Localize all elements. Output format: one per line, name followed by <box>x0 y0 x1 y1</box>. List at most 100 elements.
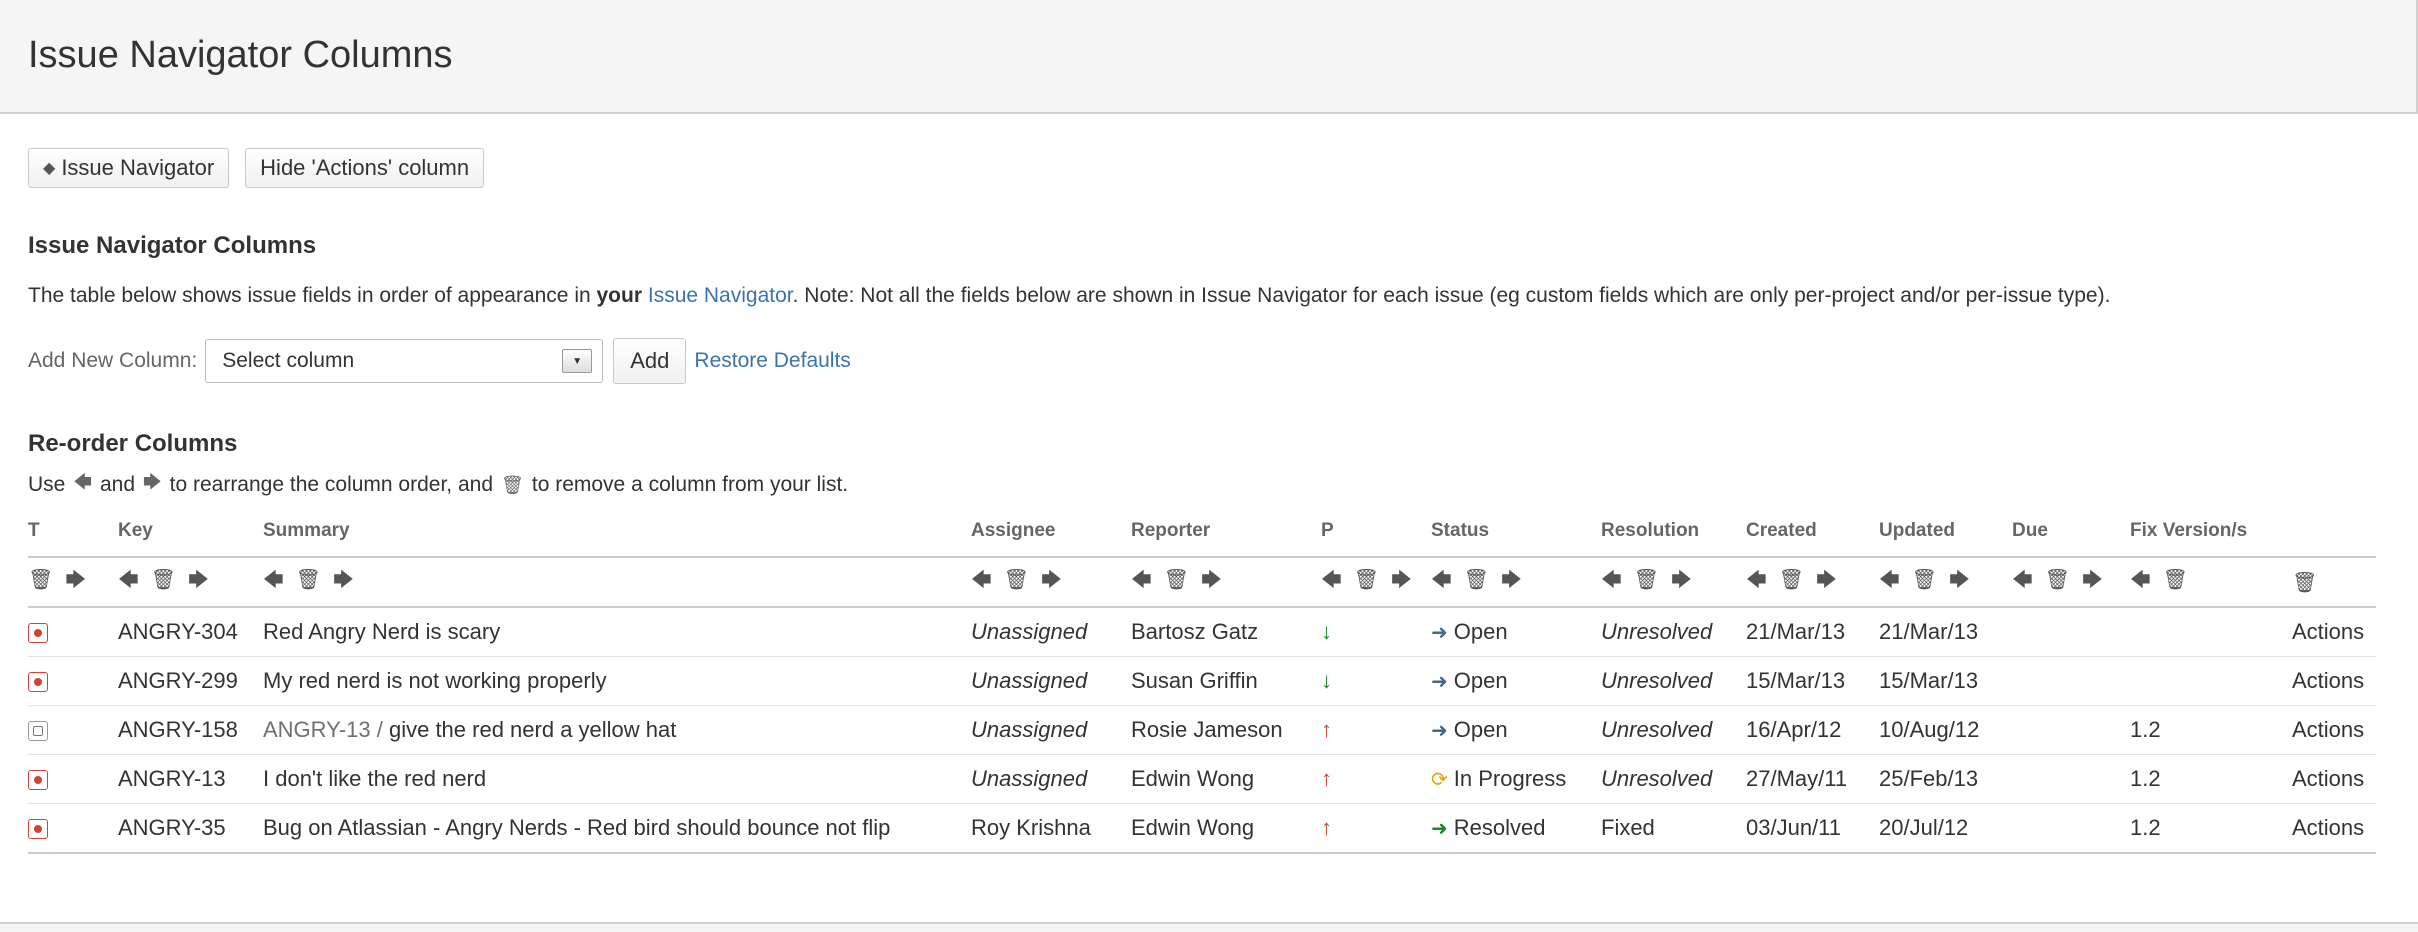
col-header-due: Due <box>2012 520 2130 558</box>
cell-actions[interactable]: Actions <box>2292 656 2376 706</box>
table-row[interactable]: ANGRY-304 Red Angry Nerd is scary Unassign… <box>28 607 2376 657</box>
col-header-reporter: Reporter <box>1131 520 1321 558</box>
trash-icon[interactable]: 🗑 <box>1164 569 1189 591</box>
issue-navigator-link[interactable]: Issue Navigator <box>648 284 793 307</box>
restore-defaults-link[interactable]: Restore Defaults <box>694 349 850 373</box>
arrow-right-icon[interactable]: 🡆 <box>1391 569 1412 591</box>
issue-navigator-button[interactable]: ◆ Issue Navigator <box>28 148 230 188</box>
cell-summary[interactable]: My red nerd is not working properly <box>263 656 971 706</box>
cell-created: 16/Apr/12 <box>1746 705 1879 755</box>
priority-high-icon: ↑ <box>1321 766 1332 791</box>
hide-actions-button[interactable]: Hide 'Actions' column <box>245 148 485 188</box>
trash-icon[interactable]: 🗑 <box>1004 569 1029 591</box>
add-column-button[interactable]: Add <box>613 338 687 384</box>
summary-text[interactable]: My red nerd is not working properly <box>263 668 607 693</box>
trash-icon[interactable]: 🗑 <box>2292 572 2317 594</box>
column-select-value: Select column <box>222 349 355 372</box>
cell-actions[interactable]: Actions <box>2292 803 2376 854</box>
cell-reporter: Susan Griffin <box>1131 656 1321 706</box>
col-header-actions <box>2292 520 2376 558</box>
trash-icon[interactable]: 🗑 <box>28 569 53 591</box>
col-header-priority: P <box>1321 520 1431 558</box>
arrow-left-icon[interactable]: 🡄 <box>2012 569 2033 591</box>
cell-resolution: Fixed <box>1601 803 1746 854</box>
arrow-right-icon[interactable]: 🡆 <box>1201 569 1222 591</box>
priority-high-icon: ↑ <box>1321 717 1332 742</box>
column-select[interactable]: Select column ▼ <box>205 339 604 383</box>
cell-created: 15/Mar/13 <box>1746 656 1879 706</box>
summary-text[interactable]: give the red nerd a yellow hat <box>389 717 676 742</box>
cell-summary[interactable]: Red Angry Nerd is scary <box>263 607 971 657</box>
trash-icon[interactable]: 🗑 <box>1354 569 1379 591</box>
trash-icon: 🗑 <box>501 474 524 495</box>
table-row[interactable]: ANGRY-13 I don't like the red nerd Unassig… <box>28 754 2376 804</box>
cell-assignee: Roy Krishna <box>971 803 1131 854</box>
arrow-left-icon[interactable]: 🡄 <box>1131 569 1152 591</box>
arrow-left-icon: ◆ <box>43 160 56 177</box>
cell-updated: 20/Jul/12 <box>1879 803 2012 854</box>
trash-icon[interactable]: 🗑 <box>1464 569 1489 591</box>
trash-icon[interactable]: 🗑 <box>151 569 176 591</box>
arrow-left-icon[interactable]: 🡄 <box>1879 569 1900 591</box>
section-title-columns: Issue Navigator Columns <box>28 232 317 259</box>
dropdown-arrow-icon[interactable]: ▼ <box>562 349 593 373</box>
arrow-right-icon[interactable]: 🡆 <box>1671 569 1692 591</box>
cell-type <box>28 754 118 804</box>
parent-issue-link[interactable]: ANGRY-13 / <box>263 717 383 742</box>
cell-priority: ↓ <box>1321 656 1431 706</box>
arrow-right-icon[interactable]: 🡆 <box>1949 569 1970 591</box>
cell-key[interactable]: ANGRY-158 <box>118 705 263 755</box>
cell-type <box>28 803 118 854</box>
table-row[interactable]: ANGRY-35 Bug on Atlassian - Angry Nerds -… <box>28 803 2376 854</box>
cell-assignee: Unassigned <box>971 705 1131 755</box>
arrow-left-icon[interactable]: 🡄 <box>1601 569 1622 591</box>
arrow-right-icon[interactable]: 🡆 <box>1816 569 1837 591</box>
summary-text[interactable]: I don't like the red nerd <box>263 766 486 791</box>
arrow-left-icon[interactable]: 🡄 <box>2130 569 2151 591</box>
arrow-left-icon[interactable]: 🡄 <box>118 569 139 591</box>
cell-actions[interactable]: Actions <box>2292 754 2376 804</box>
add-column-label: Add New Column: <box>28 349 198 372</box>
arrow-right-icon[interactable]: 🡆 <box>1041 569 1062 591</box>
arrow-left-icon[interactable]: 🡄 <box>1321 569 1342 591</box>
cell-summary[interactable]: ANGRY-13 / give the red nerd a yellow ha… <box>263 705 971 755</box>
cell-actions[interactable]: Actions <box>2292 607 2376 657</box>
trash-icon[interactable]: 🗑 <box>1779 569 1804 591</box>
table-row[interactable]: ANGRY-299 My red nerd is not working prop… <box>28 656 2376 706</box>
arrow-left-icon[interactable]: 🡄 <box>1431 569 1452 591</box>
arrow-right-icon[interactable]: 🡆 <box>188 569 209 591</box>
arrow-right-icon[interactable]: 🡆 <box>333 569 354 591</box>
arrow-right-icon[interactable]: 🡆 <box>65 569 86 591</box>
trash-icon[interactable]: 🗑 <box>2045 569 2070 591</box>
status-open-icon: ➜ <box>1431 720 1448 742</box>
status-text: Open <box>1453 619 1508 644</box>
cell-key[interactable]: ANGRY-299 <box>118 656 263 706</box>
arrow-right-icon[interactable]: 🡆 <box>2082 569 2103 591</box>
cell-actions[interactable]: Actions <box>2292 705 2376 755</box>
trash-icon[interactable]: 🗑 <box>2163 569 2188 591</box>
arrow-left-icon[interactable]: 🡄 <box>971 569 992 591</box>
cell-created: 21/Mar/13 <box>1746 607 1879 657</box>
arrow-left-icon[interactable]: 🡄 <box>1746 569 1767 591</box>
summary-text[interactable]: Red Angry Nerd is scary <box>263 619 500 644</box>
cell-summary[interactable]: Bug on Atlassian - Angry Nerds - Red bir… <box>263 803 971 854</box>
toolbar: ◆ Issue Navigator Hide 'Actions' column <box>28 114 2390 188</box>
cell-due <box>2012 607 2130 657</box>
cell-due <box>2012 705 2130 755</box>
arrow-left-icon[interactable]: 🡄 <box>263 569 284 591</box>
cell-summary[interactable]: I don't like the red nerd <box>263 754 971 804</box>
cell-key[interactable]: ANGRY-304 <box>118 607 263 657</box>
summary-text[interactable]: Bug on Atlassian - Angry Nerds - Red bir… <box>263 815 890 840</box>
arrow-right-icon[interactable]: 🡆 <box>1501 569 1522 591</box>
columns-table: T Key Summary Assignee Reporter P Status… <box>28 520 2376 854</box>
trash-icon[interactable]: 🗑 <box>296 569 321 591</box>
bug-icon <box>28 819 48 840</box>
cell-key[interactable]: ANGRY-35 <box>118 803 263 854</box>
table-row[interactable]: ANGRY-158 ANGRY-13 / give the red nerd a … <box>28 705 2376 755</box>
trash-icon[interactable]: 🗑 <box>1912 569 1937 591</box>
cell-key[interactable]: ANGRY-13 <box>118 754 263 804</box>
page: Issue Navigator Columns ◆ Issue Navigato… <box>0 0 2418 932</box>
section-title-reorder: Re-order Columns <box>28 430 238 457</box>
status-text: Resolved <box>1453 815 1546 840</box>
trash-icon[interactable]: 🗑 <box>1634 569 1659 591</box>
